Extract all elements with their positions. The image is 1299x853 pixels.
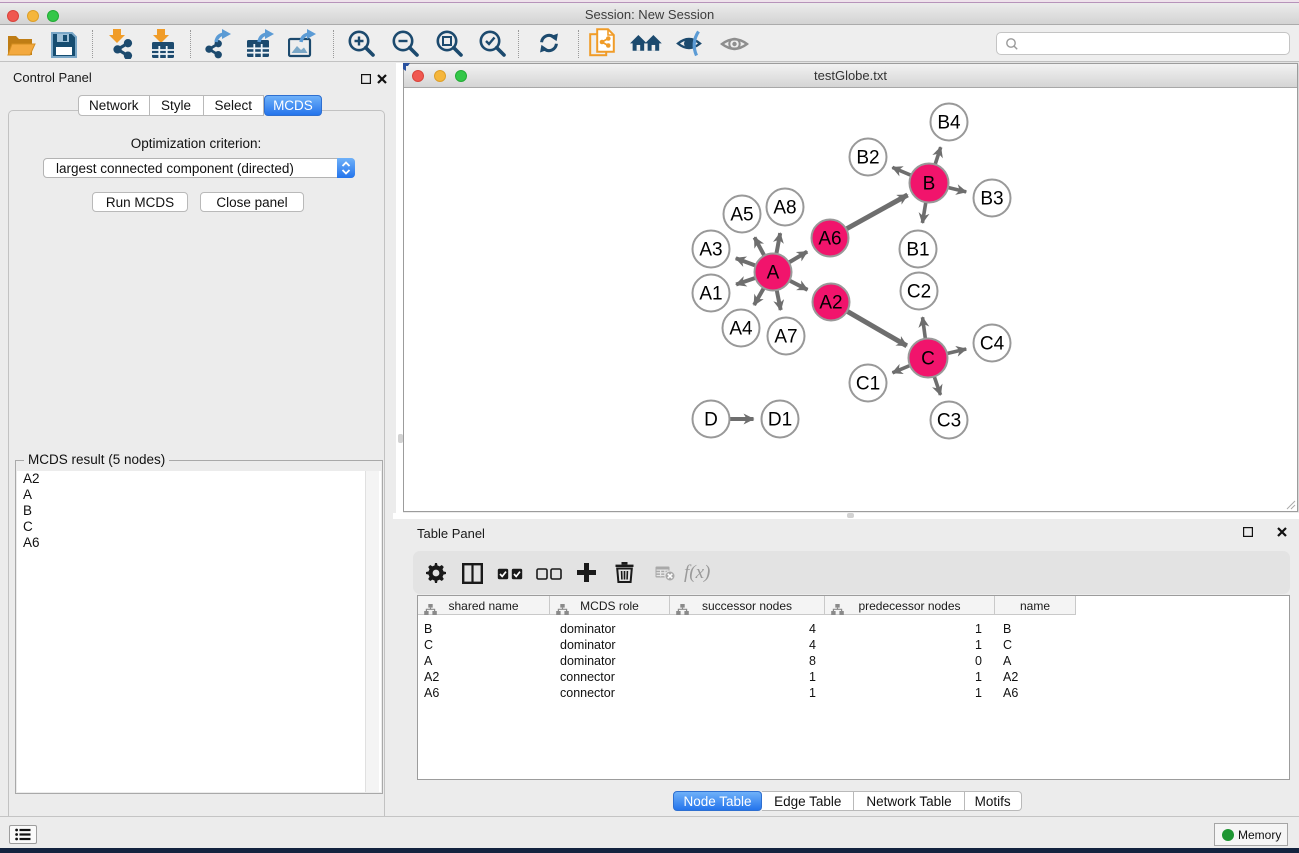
svg-text:C4: C4 — [980, 334, 1005, 355]
svg-text:A7: A7 — [774, 327, 797, 348]
svg-text:A4: A4 — [729, 319, 753, 340]
svg-text:B2: B2 — [856, 148, 879, 169]
svg-text:A3: A3 — [699, 240, 722, 261]
svg-text:C1: C1 — [856, 374, 880, 395]
svg-text:A1: A1 — [699, 284, 722, 305]
svg-text:C: C — [921, 349, 935, 370]
svg-text:A: A — [767, 263, 780, 284]
svg-text:B4: B4 — [937, 113, 961, 134]
svg-text:D: D — [704, 410, 718, 431]
svg-text:f(x): f(x) — [684, 562, 710, 583]
svg-text:A6: A6 — [818, 229, 841, 250]
svg-text:A5: A5 — [730, 205, 753, 226]
svg-text:B3: B3 — [980, 189, 1003, 210]
svg-text:B1: B1 — [906, 240, 929, 261]
svg-text:B: B — [923, 174, 936, 195]
svg-text:A2: A2 — [819, 293, 842, 314]
svg-text:C2: C2 — [907, 282, 931, 303]
svg-text:C3: C3 — [937, 411, 961, 432]
svg-text:A8: A8 — [773, 198, 796, 219]
svg-text:D1: D1 — [768, 410, 792, 431]
